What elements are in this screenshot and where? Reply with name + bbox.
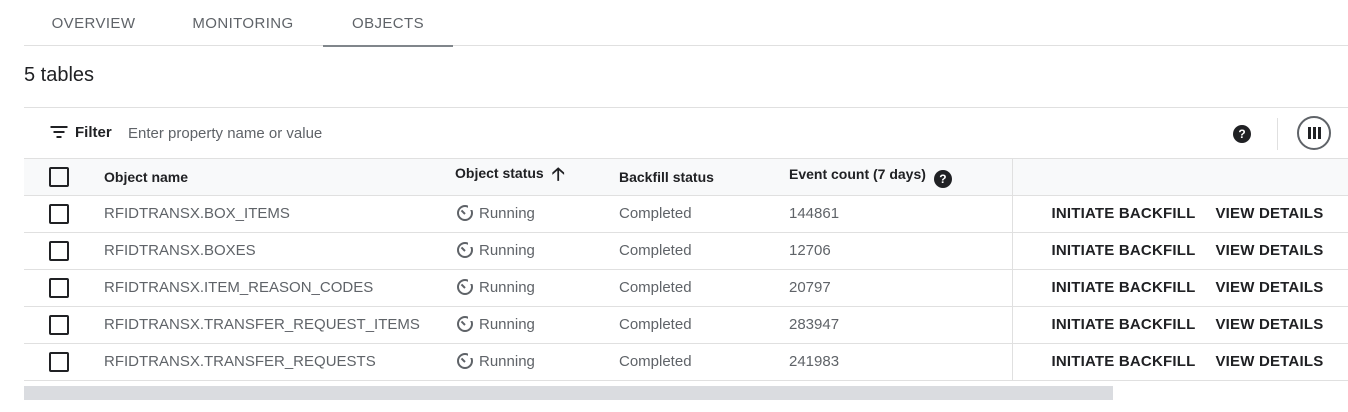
header-object-name[interactable]: Object name xyxy=(104,169,188,185)
filter-list-icon[interactable] xyxy=(50,126,67,140)
row-checkbox[interactable] xyxy=(49,314,69,335)
object-status: Running xyxy=(479,205,535,222)
object-name: RFIDTRANSX.ITEM_REASON_CODES xyxy=(104,269,455,307)
table-row: RFIDTRANSX.ITEM_REASON_CODES Running Com… xyxy=(24,269,1348,307)
running-icon xyxy=(457,315,474,332)
table-row: RFIDTRANSX.BOX_ITEMS Running Completed 1… xyxy=(24,195,1348,233)
initiate-backfill-button[interactable]: INITIATE BACKFILL xyxy=(1052,316,1196,333)
objects-table: Object name Object status 🡡 Backfill stat… xyxy=(24,159,1348,381)
running-icon xyxy=(457,278,474,295)
table-row: RFIDTRANSX.TRANSFER_REQUESTS Running Com… xyxy=(24,343,1348,381)
event-count: 144861 xyxy=(789,195,1012,233)
backfill-status: Completed xyxy=(619,195,789,233)
row-checkbox[interactable] xyxy=(49,240,69,261)
object-name: RFIDTRANSX.TRANSFER_REQUEST_ITEMS xyxy=(104,306,455,344)
initiate-backfill-button[interactable]: INITIATE BACKFILL xyxy=(1052,279,1196,296)
object-name: RFIDTRANSX.BOXES xyxy=(104,232,455,270)
divider xyxy=(1277,118,1278,150)
page-title: 5 tables xyxy=(24,64,95,86)
filter-input[interactable] xyxy=(128,120,728,146)
arrow-upward-icon[interactable]: 🡡 xyxy=(552,162,565,192)
backfill-status: Completed xyxy=(619,306,789,344)
backfill-status: Completed xyxy=(619,343,789,381)
header-object-status[interactable]: Object status xyxy=(455,165,544,181)
row-checkbox[interactable] xyxy=(49,277,69,298)
tab-monitoring[interactable]: MONITORING xyxy=(163,0,323,46)
view-details-button[interactable]: VIEW DETAILS xyxy=(1215,279,1323,296)
table-header-row: Object name Object status 🡡 Backfill stat… xyxy=(24,159,1348,196)
object-status: Running xyxy=(479,353,535,370)
column-display-icon xyxy=(1307,127,1311,139)
help-icon[interactable]: ? xyxy=(1233,125,1251,143)
initiate-backfill-button[interactable]: INITIATE BACKFILL xyxy=(1052,353,1196,370)
view-details-button[interactable]: VIEW DETAILS xyxy=(1215,205,1323,222)
event-count: 283947 xyxy=(789,306,1012,344)
tab-overview[interactable]: OVERVIEW xyxy=(24,0,163,46)
event-count: 241983 xyxy=(789,343,1012,381)
row-checkbox[interactable] xyxy=(49,351,69,372)
view-details-button[interactable]: VIEW DETAILS xyxy=(1215,353,1323,370)
event-count: 20797 xyxy=(789,269,1012,307)
row-checkbox[interactable] xyxy=(49,203,69,224)
select-all-checkbox[interactable] xyxy=(49,166,69,187)
object-status: Running xyxy=(479,279,535,296)
view-details-button[interactable]: VIEW DETAILS xyxy=(1215,242,1323,259)
backfill-status: Completed xyxy=(619,269,789,307)
tab-objects[interactable]: OBJECTS xyxy=(323,0,453,47)
column-display-button[interactable] xyxy=(1297,116,1331,150)
object-status: Running xyxy=(479,316,535,333)
view-details-button[interactable]: VIEW DETAILS xyxy=(1215,316,1323,333)
filter-bar: Filter ? xyxy=(24,107,1348,159)
header-event-count[interactable]: Event count (7 days) xyxy=(789,166,926,182)
table-row: RFIDTRANSX.BOXES Running Completed 12706… xyxy=(24,232,1348,270)
tab-bar: OVERVIEW MONITORING OBJECTS xyxy=(24,0,1348,47)
initiate-backfill-button[interactable]: INITIATE BACKFILL xyxy=(1052,242,1196,259)
event-count: 12706 xyxy=(789,232,1012,270)
running-icon xyxy=(457,241,474,258)
initiate-backfill-button[interactable]: INITIATE BACKFILL xyxy=(1052,205,1196,222)
running-icon xyxy=(457,204,474,221)
object-name: RFIDTRANSX.BOX_ITEMS xyxy=(104,195,455,233)
running-icon xyxy=(457,352,474,369)
object-status: Running xyxy=(479,242,535,259)
horizontal-scrollbar[interactable] xyxy=(24,386,1113,400)
object-name: RFIDTRANSX.TRANSFER_REQUESTS xyxy=(104,343,455,381)
header-backfill-status[interactable]: Backfill status xyxy=(619,169,714,185)
help-icon[interactable]: ? xyxy=(933,169,952,188)
backfill-status: Completed xyxy=(619,232,789,270)
filter-label[interactable]: Filter xyxy=(75,124,112,141)
table-row: RFIDTRANSX.TRANSFER_REQUEST_ITEMS Runnin… xyxy=(24,306,1348,344)
